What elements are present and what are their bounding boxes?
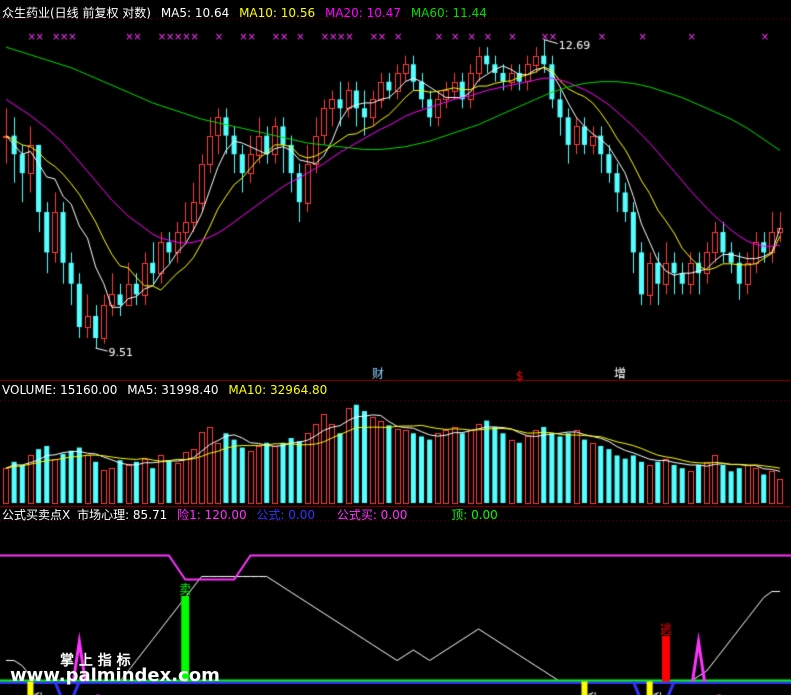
- ma10-value: MA10: 10.56: [239, 6, 316, 20]
- indicator-panel-header: 公式买卖点X 市场心理: 85.71 险1: 120.00 公式: 0.00 公…: [2, 508, 504, 522]
- stock-title: 众生药业(日线 前复权 对数): [2, 6, 151, 20]
- volume-value: VOLUME: 15160.00: [2, 383, 118, 397]
- chart-canvas: [0, 0, 791, 695]
- top-value: 顶: 0.00: [451, 508, 498, 522]
- formula-buy-value: 公式买: 0.00: [336, 508, 408, 522]
- risk-value: 险1: 120.00: [177, 508, 247, 522]
- formula-value: 公式: 0.00: [256, 508, 315, 522]
- ma5-value: MA5: 10.64: [160, 6, 230, 20]
- volume-ma5: MA5: 31998.40: [127, 383, 219, 397]
- watermark-site: www.palmindex.com: [10, 665, 220, 686]
- indicator-name: 公式买卖点X: [2, 508, 71, 522]
- ma60-value: MA60: 11.44: [410, 6, 487, 20]
- market-psychology: 市场心理: 85.71: [77, 508, 168, 522]
- volume-ma10: MA10: 32964.80: [228, 383, 328, 397]
- price-panel-header: 众生药业(日线 前复权 对数) MA5: 10.64 MA10: 10.56 M…: [2, 6, 493, 20]
- volume-panel-header: VOLUME: 15160.00 MA5: 31998.40 MA10: 329…: [2, 383, 333, 397]
- ma20-value: MA20: 10.47: [324, 6, 401, 20]
